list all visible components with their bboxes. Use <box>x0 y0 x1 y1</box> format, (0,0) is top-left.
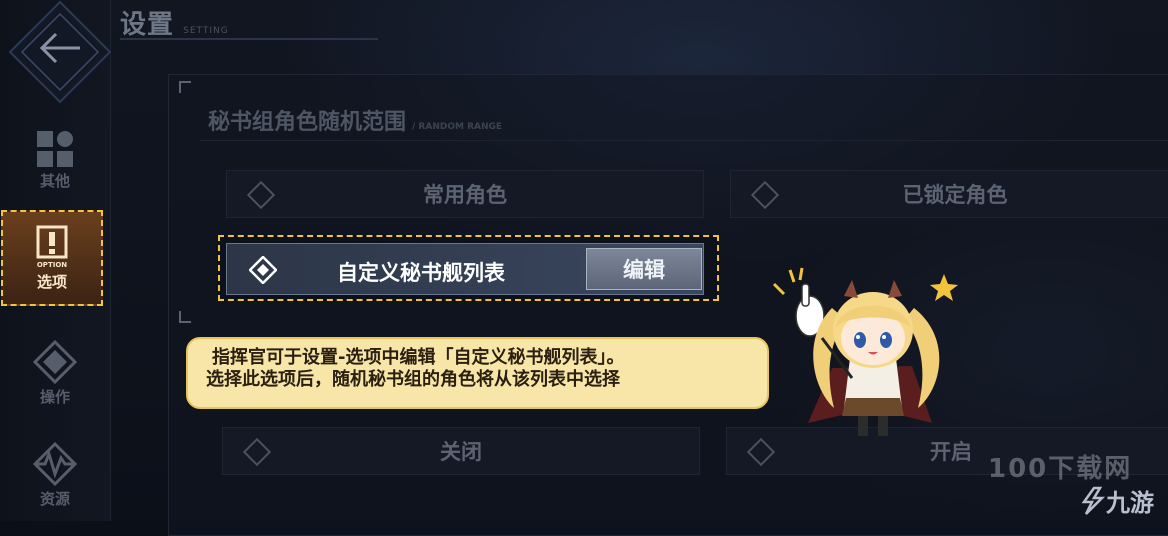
option-label: 关闭 <box>440 440 482 464</box>
option-label: 常用角色 <box>423 183 507 207</box>
radio-diamond-icon <box>242 437 272 467</box>
tutorial-tooltip: 指挥官可于设置-选项中编辑「自定义秘书舰列表」。 选择此选项后，随机秘书组的角色… <box>186 337 769 409</box>
option-locked-characters[interactable]: 已锁定角色 <box>730 170 1168 218</box>
page-subtitle: SETTING <box>183 26 229 36</box>
sidebar-item-options[interactable]: OPTION 选项 <box>1 210 103 306</box>
jiuyou-logo-icon <box>1081 486 1106 515</box>
tooltip-line-1: 指挥官可于设置-选项中编辑「自定义秘书舰列表」。 <box>212 347 625 368</box>
option-icon: OPTION <box>36 225 68 269</box>
panel-corner <box>179 311 191 323</box>
sidebar-item-controls[interactable]: 操作 <box>8 328 102 418</box>
radio-diamond-icon <box>750 180 780 210</box>
option-icon-text: OPTION <box>37 261 67 269</box>
tooltip-line-2: 选择此选项后，随机秘书组的角色将从该列表中选择 <box>206 369 620 390</box>
option-off[interactable]: 关闭 <box>222 427 700 475</box>
back-button[interactable] <box>8 0 112 104</box>
radio-diamond-icon <box>246 180 276 210</box>
page-title: 设置 <box>120 10 175 40</box>
option-label: 自定义秘书舰列表 <box>337 261 505 285</box>
sidebar-item-label: 操作 <box>39 387 70 406</box>
sidebar-item-other[interactable]: 其他 <box>8 115 102 205</box>
selected-diamond-icon <box>248 255 278 289</box>
sidebar-item-label: 其他 <box>39 171 70 190</box>
sidebar-item-resources[interactable]: 资源 <box>8 430 102 520</box>
watermark-text: 九游 <box>1106 489 1154 517</box>
panel-corner <box>179 81 191 93</box>
controls-icon <box>33 339 77 384</box>
option-common-characters[interactable]: 常用角色 <box>226 170 704 218</box>
edit-button[interactable]: 编辑 <box>586 248 702 290</box>
back-arrow-icon <box>8 0 112 104</box>
guide-character-image <box>772 267 958 436</box>
section-title: 秘书组角色随机范围 / RANDOM RANGE <box>208 104 502 136</box>
header-underline <box>120 38 378 40</box>
section-title-text: 秘书组角色随机范围 <box>208 110 407 135</box>
section-subtitle: / RANDOM RANGE <box>412 122 503 132</box>
sidebar-item-label: 选项 <box>36 272 67 291</box>
sidebar-item-label: 资源 <box>39 489 70 508</box>
option-label: 已锁定角色 <box>902 183 1008 207</box>
watermark: 九游 <box>1080 483 1154 518</box>
resource-icon <box>32 441 78 486</box>
section-divider <box>200 140 1168 141</box>
watermark-faded-text: 100下载网 <box>988 454 1133 484</box>
sidebar: 其他 OPTION 选项 操作 资源 <box>0 0 112 521</box>
page-header: 设置 SETTING <box>120 4 378 44</box>
grid-icon <box>37 130 73 167</box>
